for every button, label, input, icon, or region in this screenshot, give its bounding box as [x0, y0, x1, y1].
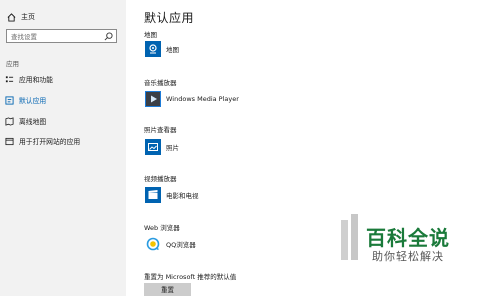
- category-label-music: 音乐播放器: [144, 79, 177, 87]
- watermark: 百科全说 助你轻松解决: [337, 214, 500, 268]
- sidebar-item-label: 离线地图: [19, 118, 47, 126]
- home-label: 主页: [21, 13, 35, 21]
- default-app-music[interactable]: Windows Media Player: [145, 90, 239, 108]
- home-icon: [6, 12, 16, 22]
- sidebar-item-offline-maps[interactable]: 离线地图: [4, 115, 122, 127]
- default-app-browser[interactable]: QQ浏览器: [145, 235, 196, 253]
- app-name: 地图: [166, 46, 179, 54]
- default-app-video[interactable]: 电影和电视: [145, 186, 199, 204]
- sidebar-item-website-apps[interactable]: 用于打开网站的应用: [4, 135, 122, 147]
- movies-tv-icon: [145, 187, 161, 203]
- watermark-title: 百科全说: [366, 226, 450, 250]
- default-app-maps[interactable]: 地图: [145, 40, 179, 58]
- category-label-browser: Web 浏览器: [144, 224, 180, 232]
- search-input[interactable]: 查找设置: [6, 29, 117, 43]
- sidebar-item-default-apps[interactable]: 默认应用: [4, 94, 122, 106]
- search-icon[interactable]: [104, 32, 113, 41]
- list-icon: [4, 74, 14, 84]
- settings-sidebar: 主页 查找设置 应用 应用和功能 默认应用 离线地图 用于打开网站的应用: [0, 0, 126, 296]
- sidebar-item-label: 用于打开网站的应用: [19, 138, 81, 146]
- sidebar-item-label: 应用和功能: [19, 76, 53, 84]
- search-placeholder: 查找设置: [11, 33, 37, 41]
- page-title: 默认应用: [144, 11, 195, 25]
- sidebar-item-label: 默认应用: [19, 97, 47, 105]
- app-name: Windows Media Player: [166, 95, 239, 103]
- reset-button[interactable]: 重置: [144, 283, 191, 296]
- category-label-video: 视频播放器: [144, 175, 177, 183]
- category-label-maps: 地图: [144, 31, 157, 39]
- app-name: 电影和电视: [166, 192, 199, 200]
- map-icon: [4, 116, 14, 126]
- window-icon: [4, 136, 14, 146]
- app-name: 照片: [166, 144, 179, 152]
- photos-app-icon: [145, 139, 161, 155]
- watermark-subtitle: 助你轻松解决: [372, 250, 444, 263]
- qq-browser-icon: [145, 236, 161, 252]
- default-app-photos[interactable]: 照片: [145, 138, 179, 156]
- sidebar-item-apps-features[interactable]: 应用和功能: [4, 73, 122, 85]
- media-player-icon: [145, 91, 161, 107]
- home-nav-item[interactable]: 主页: [6, 11, 35, 23]
- app-name: QQ浏览器: [166, 241, 196, 249]
- maps-app-icon: [145, 41, 161, 57]
- apps-section-label: 应用: [6, 60, 19, 68]
- reset-description: 重置为 Microsoft 推荐的默认值: [144, 273, 237, 281]
- default-apps-icon: [4, 95, 14, 105]
- category-label-photos: 照片查看器: [144, 126, 177, 134]
